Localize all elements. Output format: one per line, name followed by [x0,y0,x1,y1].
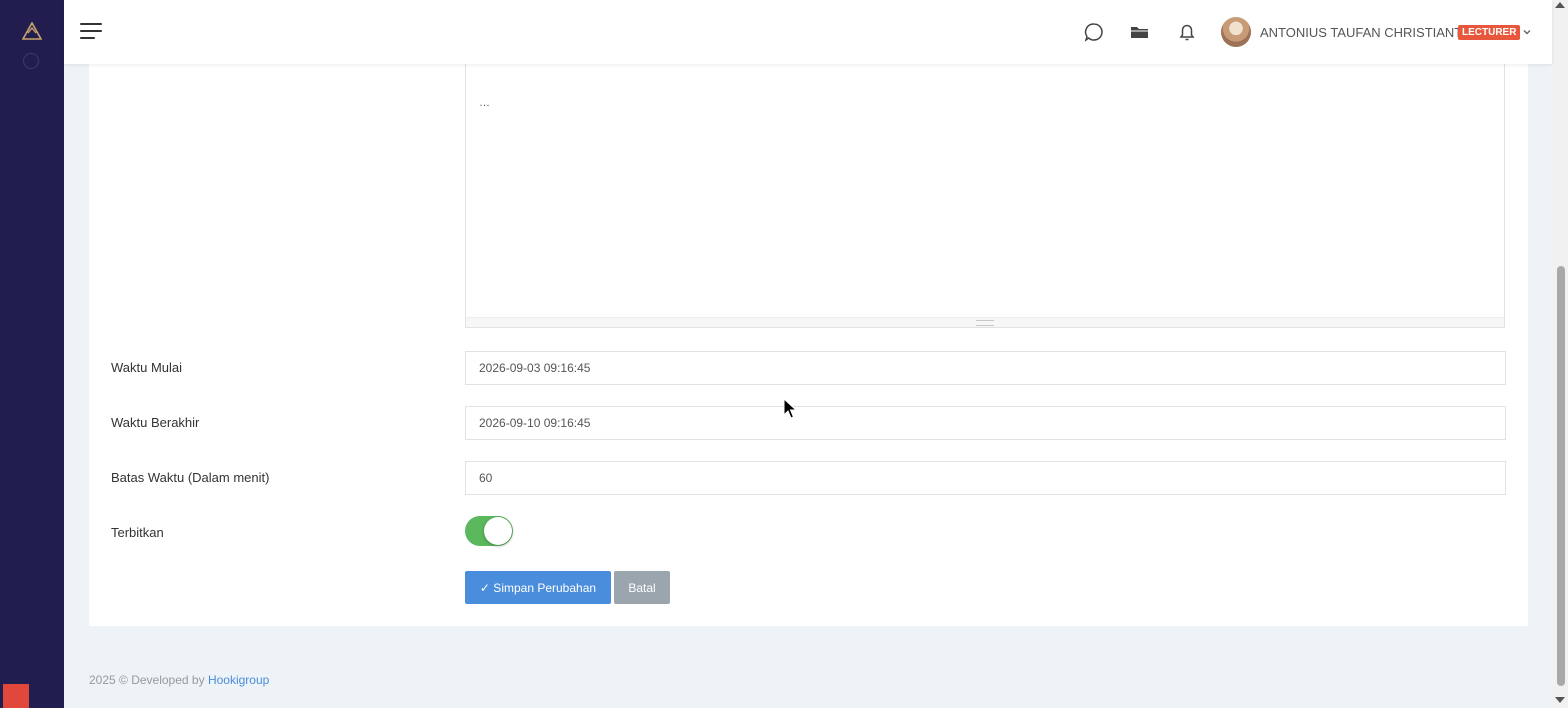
publish-toggle[interactable] [465,516,513,546]
time-limit-input[interactable] [465,461,1506,495]
app-logo-icon[interactable] [21,21,43,43]
save-changes-button[interactable]: ✓ Simpan Perubahan [465,571,611,604]
description-editor[interactable]: … [465,40,1505,328]
top-navigation-bar: ANTONIUS TAUFAN CHRISTIANTO LECTURER [64,0,1552,64]
folder-icon[interactable] [1128,20,1152,44]
start-time-label: Waktu Mulai [111,360,183,375]
editor-statusbar [466,317,1504,327]
form-card: … Waktu Mulai Waktu Berakhir Batas Waktu… [89,0,1528,626]
chevron-down-icon[interactable] [1522,26,1532,36]
scroll-down-icon[interactable] [1555,697,1565,703]
bell-icon[interactable] [1175,20,1199,44]
avatar[interactable] [1221,17,1251,47]
app-launcher-icon[interactable] [3,684,29,708]
scrollbar-thumb[interactable] [1557,266,1565,686]
user-name[interactable]: ANTONIUS TAUFAN CHRISTIANTO [1260,25,1472,40]
start-time-input[interactable] [465,351,1506,385]
toggle-knob [484,517,512,545]
footer-text: 2025 © Developed by [89,673,205,687]
sidebar-info-icon[interactable] [23,53,39,69]
sidebar [0,0,64,708]
cancel-button[interactable]: Batal [614,571,670,604]
role-badge: LECTURER [1458,25,1521,40]
chat-icon[interactable] [1082,20,1106,44]
footer: 2025 © Developed by Hookigroup [89,673,269,687]
mouse-cursor-icon [783,397,798,420]
footer-link[interactable]: Hookigroup [208,673,269,687]
scroll-up-icon[interactable] [1555,2,1565,8]
page-scrollbar[interactable] [1552,0,1568,708]
publish-label: Terbitkan [111,525,164,540]
resize-handle-icon[interactable] [976,320,994,326]
editor-text[interactable]: … [479,97,490,109]
end-time-input[interactable] [465,406,1506,440]
end-time-label: Waktu Berakhir [111,415,200,430]
time-limit-label: Batas Waktu (Dalam menit) [111,470,270,485]
menu-icon[interactable] [80,23,104,41]
